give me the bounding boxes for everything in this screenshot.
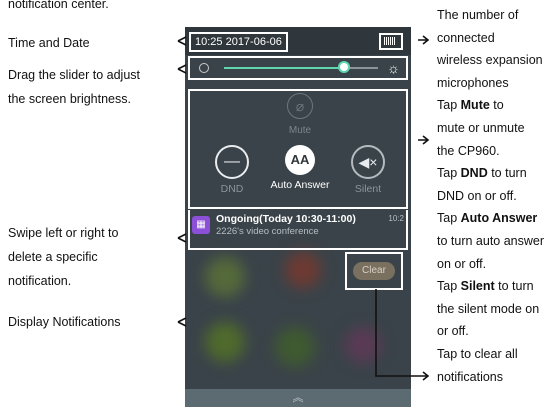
arrow-clear-all — [375, 289, 430, 381]
arrow-slider — [177, 64, 187, 74]
annotation-arrows — [177, 35, 430, 381]
arrow-controls — [418, 135, 430, 145]
arrow-display-notifications — [177, 317, 187, 327]
arrow-time-date — [177, 36, 187, 46]
arrow-mic-count — [418, 35, 430, 45]
arrow-swipe — [177, 233, 187, 243]
